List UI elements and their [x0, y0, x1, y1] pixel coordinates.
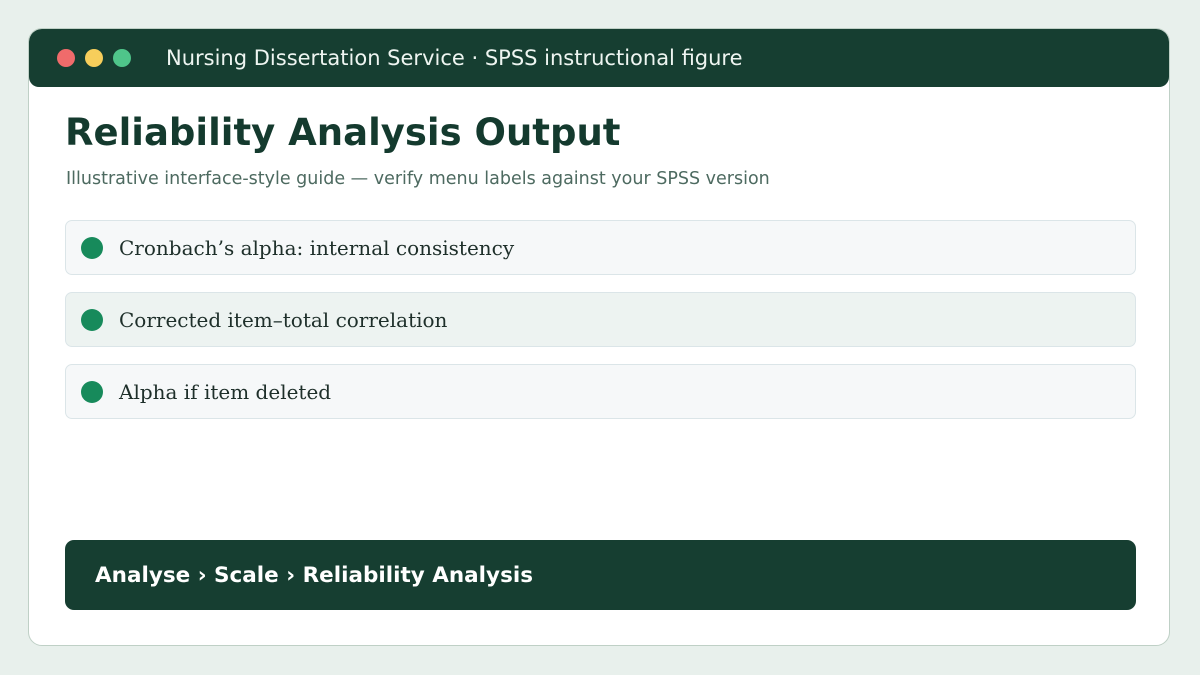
menu-path-bar: Analyse › Scale › Reliability Analysis: [65, 540, 1136, 610]
page-title: Reliability Analysis Output: [65, 111, 621, 154]
close-window-button[interactable]: [57, 49, 75, 67]
list-item-label: Cronbach’s alpha: internal consistency: [119, 236, 515, 260]
bullet-icon: [81, 236, 103, 259]
list-item-label: Alpha if item deleted: [119, 380, 332, 404]
page-subtitle: Illustrative interface-style guide — ver…: [66, 169, 770, 189]
maximize-window-button[interactable]: [113, 49, 131, 67]
minimize-window-button[interactable]: [85, 49, 103, 67]
title-bar: Nursing Dissertation Service · SPSS inst…: [29, 29, 1169, 87]
list-item-cronbachs-alpha: Cronbach’s alpha: internal consistency: [65, 220, 1136, 275]
menu-path-label: Analyse › Scale › Reliability Analysis: [95, 563, 534, 588]
bullet-icon: [81, 308, 103, 331]
bullet-icon: [81, 380, 103, 403]
list-item-alpha-if-deleted: Alpha if item deleted: [65, 364, 1136, 419]
window-title: Nursing Dissertation Service · SPSS inst…: [166, 46, 743, 70]
list-item-label: Corrected item–total correlation: [119, 308, 448, 332]
list-item-item-total-correlation: Corrected item–total correlation: [65, 292, 1136, 347]
app-window: Nursing Dissertation Service · SPSS inst…: [28, 28, 1170, 646]
